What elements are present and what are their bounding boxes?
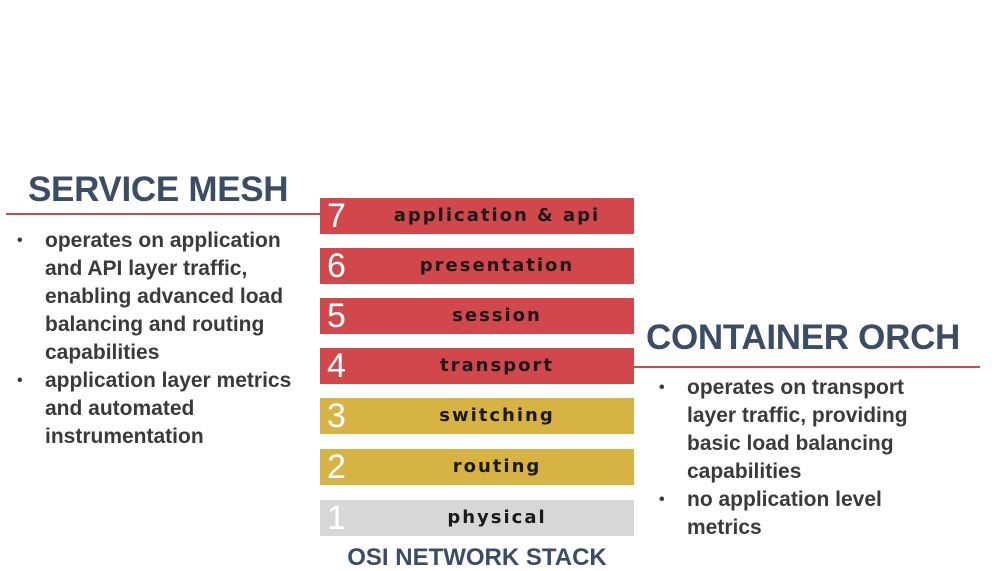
container-orch-title: CONTAINER ORCH [646,318,961,357]
layer-label: routing [452,456,542,477]
osi-layer-1: 1 physical [320,499,634,537]
osi-layer-3: 3 switching [320,397,634,435]
layer-label: application & api [393,205,601,226]
layer-label: switching [439,405,555,426]
layer-label: transport [440,355,554,376]
service-mesh-bullet: operates on application and API layer tr… [13,227,313,367]
container-orch-bullet-list: operates on transport layer traffic, pro… [655,374,955,542]
layer-number: 6 [327,247,346,285]
service-mesh-bullet: application layer metrics and automated … [13,367,313,451]
layer-number: 4 [327,347,346,385]
layer-number: 5 [327,297,346,335]
layer-number: 2 [327,448,346,486]
osi-stack-caption: OSI NETWORK STACK [347,544,607,571]
container-orch-bullet: operates on transport layer traffic, pro… [655,374,955,486]
osi-layer-5: 5 session [320,297,634,335]
layer-label: presentation [419,255,575,276]
container-orch-bullet: no application level metrics [655,486,955,542]
layer-label: session [452,305,542,326]
service-mesh-divider [6,213,320,215]
osi-layer-7: 7 application & api [320,197,634,235]
osi-layer-4: 4 transport [320,347,634,385]
layer-number: 3 [327,397,346,435]
service-mesh-bullet-list: operates on application and API layer tr… [13,227,313,451]
layer-number: 1 [327,499,346,537]
osi-layer-6: 6 presentation [320,247,634,285]
layer-label: physical [447,507,547,528]
osi-layer-2: 2 routing [320,448,634,486]
container-orch-divider [634,366,980,368]
service-mesh-title: SERVICE MESH [28,170,289,209]
layer-number: 7 [327,197,346,235]
